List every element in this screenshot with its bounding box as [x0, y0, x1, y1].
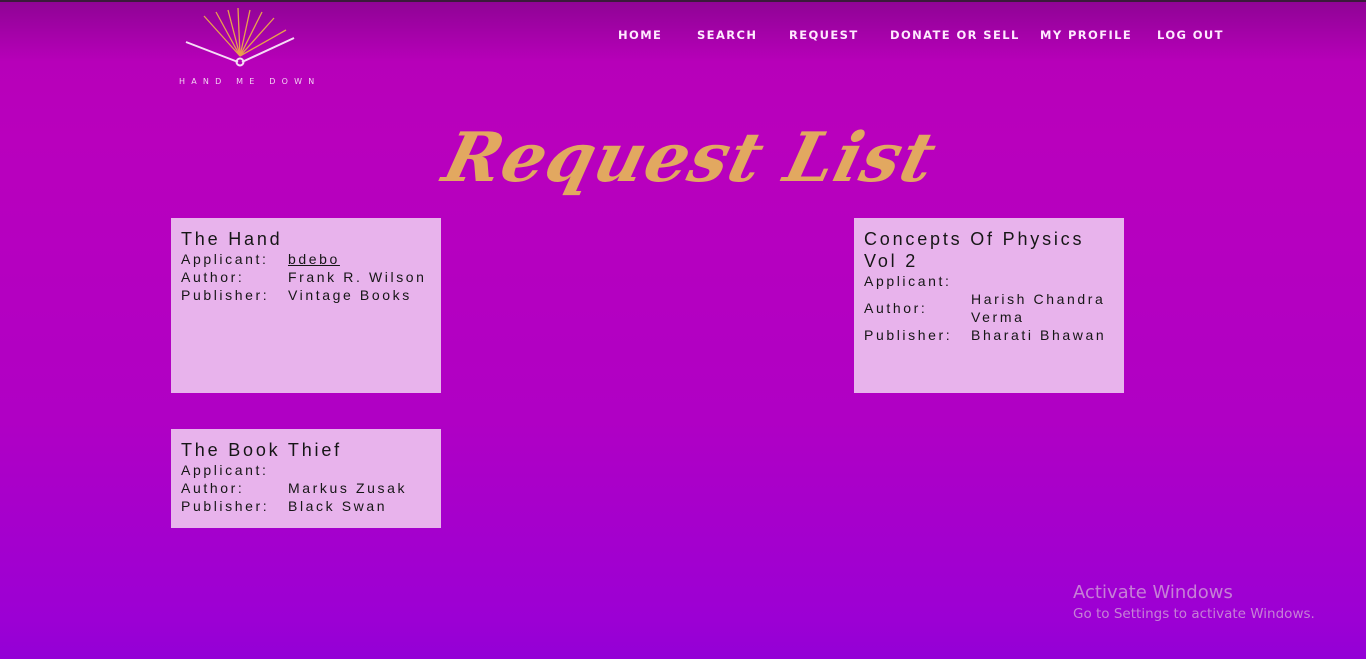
author-label: Author: [864, 300, 928, 316]
watermark-title: Activate Windows [1073, 582, 1233, 603]
request-details: Applicant: Author: Markus Zusak Publishe… [181, 461, 428, 515]
publisher-label: Publisher: [181, 498, 270, 514]
applicant-label: Applicant: [864, 273, 952, 289]
request-details: Applicant: Author: Harish Chandra Verma … [864, 272, 1111, 344]
book-title: The Hand [181, 229, 283, 249]
watermark-subtitle: Go to Settings to activate Windows. [1073, 606, 1315, 622]
nav-home[interactable]: HOME [618, 28, 662, 42]
request-card: The Hand Applicant: bdebo Author: Frank … [171, 218, 441, 393]
applicant-label: Applicant: [181, 462, 269, 478]
author-value: Harish Chandra Verma [971, 291, 1106, 325]
nav-request[interactable]: REQUEST [789, 28, 859, 42]
request-card: The Book Thief Applicant: Author: Markus… [171, 429, 441, 528]
publisher-label: Publisher: [864, 327, 953, 343]
author-label: Author: [181, 269, 245, 285]
nav-search[interactable]: SEARCH [697, 28, 757, 42]
main-nav: HOME SEARCH REQUEST DONATE OR SELL MY PR… [0, 28, 1366, 44]
author-value: Frank R. Wilson [288, 269, 427, 285]
activate-windows-watermark: Activate Windows Go to Settings to activ… [1073, 582, 1315, 622]
publisher-value: Black Swan [288, 498, 388, 514]
logo-text: HAND ME DOWN [179, 77, 321, 86]
author-value: Markus Zusak [288, 480, 408, 496]
nav-my-profile[interactable]: MY PROFILE [1040, 28, 1132, 42]
logo[interactable]: HAND ME DOWN [176, 6, 314, 90]
top-border [0, 0, 1366, 2]
page-title: Request List [435, 118, 945, 198]
publisher-value: Bharati Bhawan [971, 327, 1107, 343]
publisher-label: Publisher: [181, 287, 270, 303]
applicant-link[interactable]: bdebo [288, 251, 340, 267]
nav-log-out[interactable]: LOG OUT [1157, 28, 1224, 42]
request-card: Concepts Of Physics Vol 2 Applicant: Aut… [854, 218, 1124, 393]
request-details: Applicant: bdebo Author: Frank R. Wilson… [181, 250, 428, 304]
nav-donate-or-sell[interactable]: DONATE OR SELL [890, 28, 1020, 42]
publisher-value: Vintage Books [288, 287, 412, 303]
author-label: Author: [181, 480, 245, 496]
applicant-label: Applicant: [181, 251, 269, 267]
book-title: Concepts Of Physics Vol 2 [864, 229, 1085, 271]
book-title: The Book Thief [181, 440, 342, 460]
